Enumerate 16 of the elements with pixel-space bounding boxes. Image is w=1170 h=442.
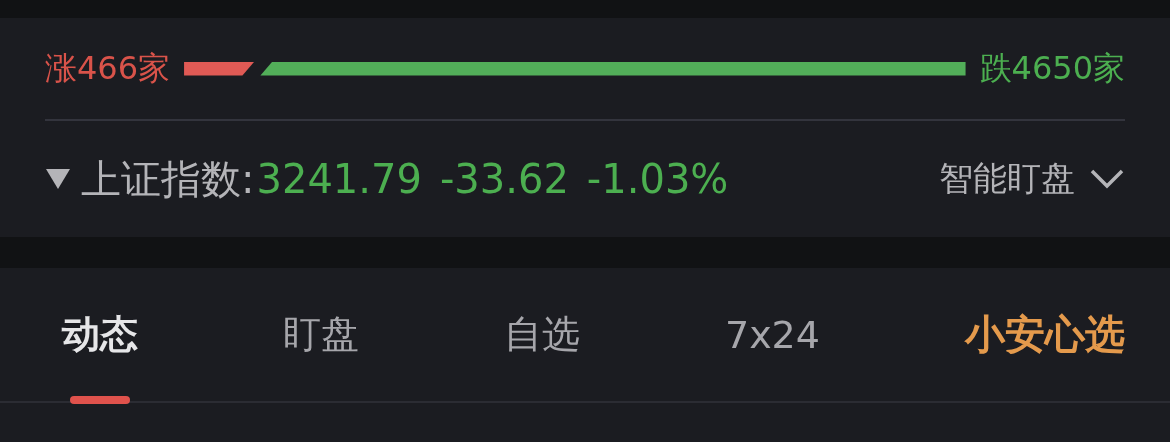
index-name: 上证指数: [81,154,255,204]
tab[interactable]: 自选 [503,309,580,360]
index-change: -33.62 [439,156,569,202]
advancers-count: 涨466家 [45,47,171,89]
index-percent: -1.03% [586,156,729,202]
tab[interactable]: 7x24 [724,312,820,357]
tab[interactable]: 动态 [62,309,138,360]
chevron-down-icon [1089,168,1125,190]
decliners-count: 跌4650家 [979,47,1125,89]
advancers-bar [184,61,255,76]
index-price: 3241.79 [256,156,422,202]
smart-monitor-dropdown[interactable]: 智能盯盘 [939,156,1125,202]
tab[interactable]: 盯盘 [283,309,359,360]
triangle-icon[interactable] [45,168,71,190]
tab-indicator [70,396,130,404]
brand-tab[interactable]: 小安心选 [964,307,1125,362]
